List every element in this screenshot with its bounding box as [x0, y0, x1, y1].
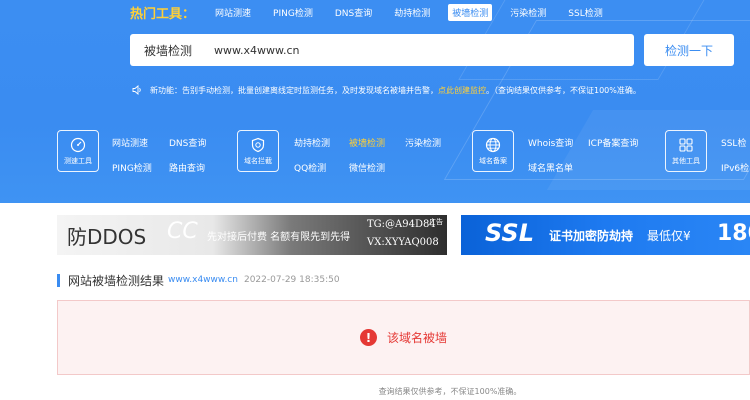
tool-group-caption: 其他工具: [672, 156, 700, 165]
result-domain-link[interactable]: www.x4www.cn: [168, 275, 238, 285]
hot-tools-title: 热门工具：: [130, 6, 196, 22]
ad-headline: 防DDOS: [67, 225, 147, 249]
header-banner: 热门工具： 网站测速 PING检测 DNS查询 劫持检测 被墙检测 污染检测 S…: [0, 0, 750, 203]
result-header: 网站被墙检测结果 www.x4www.cn 2022-07-29 18:35:5…: [57, 272, 340, 288]
ad-ssl-slogan: 证书加密防劫持: [549, 229, 634, 243]
notice-disclaimer: 。（查询结果仅供参考，不保证100%准确。: [486, 85, 641, 95]
search-type-selector[interactable]: 被墙检测: [130, 42, 214, 59]
notice-text: 新功能：告别手动检测，批量创建离线定时监测任务，及时发现域名被墙并告警，: [150, 85, 438, 95]
tool-group-caption: 测速工具: [64, 156, 92, 165]
tool-group-caption: 域名备案: [479, 156, 507, 165]
result-box: ! 该域名被墙: [57, 300, 750, 375]
tool-group-caption: 域名拦截: [244, 156, 272, 165]
check-button[interactable]: 检测一下: [644, 34, 734, 66]
grid-icon: [679, 137, 693, 152]
result-timestamp: 2022-07-29 18:35:50: [243, 275, 340, 285]
tool-link-whois[interactable]: Whois查询: [528, 136, 573, 149]
tool-link-blocked[interactable]: 被墙检测: [349, 136, 385, 149]
result-message: 该域名被墙: [386, 331, 447, 345]
search-input[interactable]: www.x4www.cn: [214, 44, 299, 57]
gauge-icon: [70, 137, 86, 152]
tool-link-ipv6[interactable]: IPv6检: [721, 161, 749, 174]
tool-link-dns[interactable]: DNS查询: [169, 136, 206, 149]
tool-group-icp[interactable]: 域名备案: [472, 130, 514, 172]
ad-label: 广告: [429, 218, 443, 226]
shield-icon: [251, 137, 265, 152]
tool-link-ping[interactable]: PING检测: [112, 161, 152, 174]
tool-link-hijack[interactable]: 劫持检测: [294, 136, 330, 149]
hot-tool-speedtest[interactable]: 网站测速: [211, 4, 255, 21]
ad-ssl-text: SSL: [485, 219, 535, 247]
error-icon: !: [359, 329, 377, 346]
tool-link-speedtest[interactable]: 网站测速: [112, 136, 148, 149]
ddos-ad-banner[interactable]: 防DDOS CC 先对接后付费 名额有限先到先得 TG:@A94D84 VX:X…: [57, 215, 447, 255]
ad-telegram: TG:@A94D84: [367, 219, 436, 230]
globe-icon: [485, 137, 501, 152]
hot-tool-pollution[interactable]: 污染检测: [506, 4, 550, 21]
tool-group-speed[interactable]: 测速工具: [57, 130, 99, 172]
notice-bar: 新功能：告别手动检测，批量创建离线定时监测任务，及时发现域名被墙并告警， 点此创…: [132, 82, 641, 98]
disclaimer-footnote: 查询结果仅供参考，不保证100%准确。: [378, 387, 522, 396]
result-title: 网站被墙检测结果: [68, 273, 165, 288]
hot-tool-blocked[interactable]: 被墙检测: [448, 3, 493, 21]
ad-tagline: 先对接后付费 名额有限先到先得: [207, 232, 351, 243]
title-accent-bar: [57, 273, 60, 287]
tool-link-route[interactable]: 路由查询: [169, 161, 205, 174]
tool-groups: 测速工具 网站测速 DNS查询 PING检测 路由查询 域名拦截 劫持检测 被墙…: [57, 130, 750, 180]
speaker-icon: [132, 85, 141, 95]
tool-link-ssl[interactable]: SSL检: [721, 136, 746, 149]
hot-tool-ping[interactable]: PING检测: [269, 4, 317, 21]
ad-price-prefix: 最低仅¥: [647, 229, 691, 243]
tool-link-icp[interactable]: ICP备案查询: [588, 136, 638, 149]
create-monitor-link[interactable]: 点此创建监控: [438, 85, 486, 96]
hot-tools-row: 热门工具： 网站测速 PING检测 DNS查询 劫持检测 被墙检测 污染检测 S…: [130, 2, 621, 22]
tool-link-blacklist[interactable]: 域名黑名单: [528, 161, 573, 174]
ad-price: 180: [717, 221, 750, 246]
ad-cc-text: CC: [167, 219, 198, 244]
tool-group-block[interactable]: 域名拦截: [237, 130, 279, 172]
tool-link-pollution[interactable]: 污染检测: [405, 136, 441, 149]
ad-wechat: VX:XYYAQ008: [367, 237, 439, 248]
tool-group-other[interactable]: 其他工具: [665, 130, 707, 172]
tool-link-wechat[interactable]: 微信检测: [349, 161, 385, 174]
hot-tool-dns[interactable]: DNS查询: [331, 4, 376, 21]
tool-link-qq[interactable]: QQ检测: [294, 161, 326, 174]
hot-tool-hijack[interactable]: 劫持检测: [390, 4, 434, 21]
search-box[interactable]: 被墙检测 www.x4www.cn: [130, 34, 634, 66]
ssl-ad-banner[interactable]: SSL 证书加密防劫持 最低仅¥ 180 /年: [461, 215, 750, 255]
hot-tool-ssl[interactable]: SSL检测: [564, 4, 606, 21]
